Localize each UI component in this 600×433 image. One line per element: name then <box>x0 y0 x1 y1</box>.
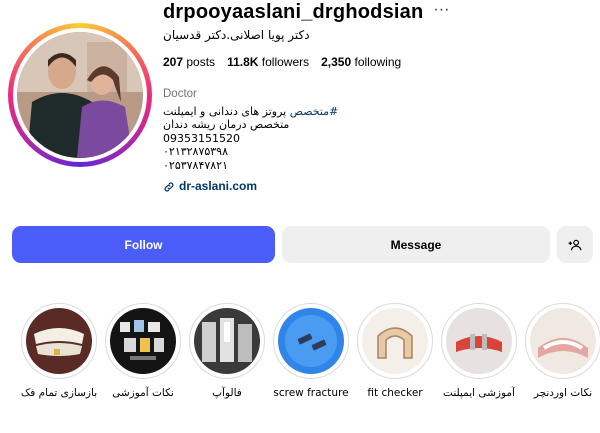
bio: Doctor #متخصص پروتز های دندانی و ایمپلنت… <box>163 88 338 194</box>
highlight-ring <box>105 303 181 379</box>
profile-stats: 207 posts 11.8K followers 2,350 followin… <box>163 55 401 69</box>
bio-link-text: dr-aslani.com <box>179 179 258 193</box>
highlight-item[interactable]: نکات اوردنچر <box>525 303 600 399</box>
highlight-ring <box>441 303 517 379</box>
highlight-ring <box>357 303 433 379</box>
following-label: following <box>354 55 402 69</box>
posts-count: 207 <box>163 55 184 69</box>
highlight-ring <box>21 303 97 379</box>
bio-hashtag[interactable]: #متخصص <box>290 105 339 118</box>
bio-line-4: ۰۲۱۳۲۸۷۵۳۹۸ <box>163 145 228 158</box>
avatar <box>17 32 143 158</box>
highlight-label: آموزشی ایمپلنت <box>443 387 515 399</box>
highlight-ring <box>525 303 600 379</box>
posts-stat: 207 posts <box>163 55 215 69</box>
highlight-item[interactable]: آموزشی ایمپلنت <box>441 303 517 399</box>
highlight-label: فالوآپ <box>212 387 242 399</box>
message-button[interactable]: Message <box>282 226 550 263</box>
suggested-users-button[interactable] <box>557 226 593 263</box>
more-options-icon[interactable]: ··· <box>433 2 449 18</box>
highlight-item[interactable]: بازسازی تمام فک <box>21 303 97 399</box>
bio-line-5: ۰۲۵۳۷۸۴۷۸۲۱ <box>163 158 228 172</box>
highlight-cover <box>26 308 92 374</box>
highlight-cover <box>446 308 512 374</box>
highlight-ring <box>189 303 265 379</box>
followers-count: 11.8K <box>227 55 259 69</box>
highlight-cover <box>362 308 428 374</box>
highlight-cover <box>278 308 344 374</box>
avatar-photo <box>17 32 143 158</box>
following-count: 2,350 <box>321 55 352 69</box>
bio-line-3: 09353151520 <box>163 131 240 145</box>
full-name: دکتر پویا اصلانی.دکتر قدسیان <box>163 28 310 42</box>
highlight-ring <box>273 303 349 379</box>
bio-line-1: #متخصص پروتز های دندانی و ایمپلنت <box>163 105 338 119</box>
bio-link[interactable]: dr-aslani.com <box>163 179 338 194</box>
follow-button[interactable]: Follow <box>12 226 275 263</box>
highlight-cover <box>110 308 176 374</box>
posts-label: posts <box>186 55 216 69</box>
followers-stat[interactable]: 11.8K followers <box>227 55 309 69</box>
following-stat[interactable]: 2,350 following <box>321 55 401 69</box>
highlight-label: screw fracture <box>273 387 349 399</box>
story-highlights: بازسازی تمام فک نکات آموزشی فالوآپ screw… <box>21 303 600 413</box>
highlight-item[interactable]: fit checker <box>357 303 433 399</box>
highlight-label: بازسازی تمام فک <box>20 387 98 399</box>
highlight-item[interactable]: فالوآپ <box>189 303 265 399</box>
link-icon <box>164 182 174 192</box>
highlight-label: نکات اوردنچر <box>533 387 593 399</box>
highlight-cover <box>530 308 596 374</box>
username-row: drpooyaaslani_drghodsian ··· <box>163 0 449 24</box>
add-person-icon <box>568 239 582 250</box>
highlight-item[interactable]: نکات آموزشی <box>105 303 181 399</box>
avatar-border <box>13 28 147 162</box>
highlight-cover <box>194 308 260 374</box>
highlight-item[interactable]: screw fracture <box>273 303 349 399</box>
bio-category: Doctor <box>163 88 197 100</box>
profile-avatar-ring[interactable] <box>8 23 152 167</box>
bio-line-2: متخصص درمان ریشه دندان <box>163 118 290 131</box>
username: drpooyaaslani_drghodsian <box>163 0 424 23</box>
followers-label: followers <box>261 55 310 69</box>
highlight-label: fit checker <box>367 387 423 399</box>
bio-line-1-text: پروتز های دندانی و ایمپلنت <box>163 104 290 118</box>
highlight-label: نکات آموزشی <box>112 387 174 399</box>
